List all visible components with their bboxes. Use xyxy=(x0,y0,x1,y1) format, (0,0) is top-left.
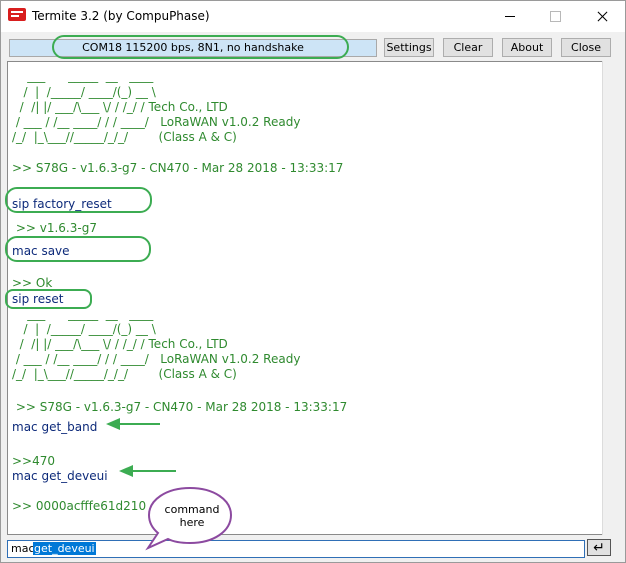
terminal-command-line: mac get_deveui xyxy=(12,469,108,483)
bubble-line-2: here xyxy=(179,516,205,529)
bubble-line-1: command xyxy=(164,503,220,516)
vertical-scrollbar[interactable] xyxy=(602,61,619,535)
terminal-output-line: / ___ / /__ ____/ / / ____/ LoRaWAN v1.0… xyxy=(12,352,301,366)
minimize-button[interactable] xyxy=(487,1,533,32)
terminal-output-line: / /| |/ ___/\___ \/ / /_/ / Tech Co., LT… xyxy=(12,100,228,114)
maximize-button[interactable] xyxy=(533,1,579,32)
highlight-sip-reset xyxy=(5,289,92,309)
settings-button[interactable]: Settings xyxy=(384,38,434,57)
highlight-mac-save xyxy=(5,236,151,262)
terminal-output[interactable]: ___ _____ __ ____ / | /_____/ ____/(_) _… xyxy=(7,61,603,535)
enter-icon: ↵ xyxy=(593,540,605,556)
command-input-selection: get_deveui xyxy=(33,542,96,555)
command-input[interactable]: mac get_deveui xyxy=(7,540,585,558)
highlight-factory-reset xyxy=(5,187,152,213)
terminal-output-line: >> S78G - v1.6.3-g7 - CN470 - Mar 28 201… xyxy=(12,400,348,414)
terminal-command-line: mac get_band xyxy=(12,420,98,434)
about-button[interactable]: About xyxy=(502,38,552,57)
terminal-output-line: / ___ / /__ ____/ / / ____/ LoRaWAN v1.0… xyxy=(12,115,301,129)
close-button[interactable]: Close xyxy=(561,38,611,57)
terminal-output-line: ___ _____ __ ____ xyxy=(12,307,154,321)
terminal-output-line: ___ _____ __ ____ xyxy=(12,69,154,83)
title-bar: Termite 3.2 (by CompuPhase) xyxy=(1,1,625,32)
terminal-output-line: / /| |/ ___/\___ \/ / /_/ / Tech Co., LT… xyxy=(12,337,228,351)
speech-bubble-text: command here xyxy=(152,503,232,529)
clear-button[interactable]: Clear xyxy=(443,38,493,57)
terminal-output-line: >> S78G - v1.6.3-g7 - CN470 - Mar 28 201… xyxy=(12,161,344,175)
terminal-output-line: / | /_____/ ____/(_) __ \ xyxy=(12,85,156,99)
send-button[interactable]: ↵ xyxy=(587,539,611,556)
terminal-output-line: >>470 xyxy=(12,454,56,468)
command-input-prefix: mac xyxy=(11,542,35,555)
terminal-output-line: /_/ |_\___//_____/_/_/ (Class A & C) xyxy=(12,367,237,381)
terminal-output-line: >> 0000acfffe61d210 xyxy=(12,499,147,513)
terminal-output-line: >> v1.6.3-g7 xyxy=(12,221,97,235)
terminal-output-line: /_/ |_\___//_____/_/_/ (Class A & C) xyxy=(12,130,237,144)
terminal-output-line: / | /_____/ ____/(_) __ \ xyxy=(12,322,156,336)
highlight-status xyxy=(52,35,349,59)
termite-app-icon xyxy=(8,8,26,21)
close-window-button[interactable] xyxy=(579,1,625,32)
window-title: Termite 3.2 (by CompuPhase) xyxy=(32,9,210,23)
termite-window: Termite 3.2 (by CompuPhase) COM18 115200… xyxy=(0,0,626,563)
